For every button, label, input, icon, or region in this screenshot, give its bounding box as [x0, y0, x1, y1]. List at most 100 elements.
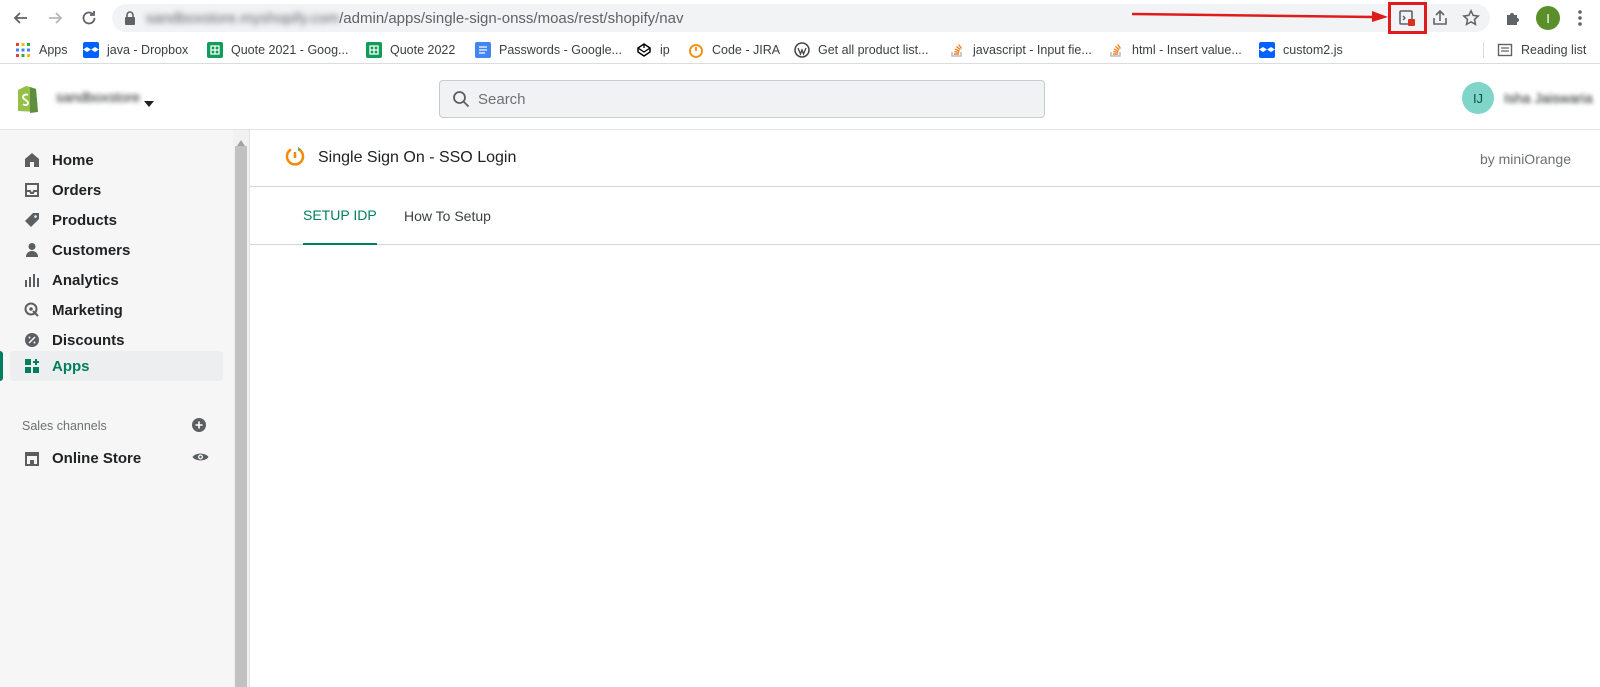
highlight-box [1388, 2, 1427, 34]
search-input[interactable] [478, 89, 1018, 109]
reading-list-button[interactable]: Reading list [1497, 40, 1586, 60]
sidebar-item-label: Apps [52, 357, 90, 375]
codepen-icon [636, 42, 652, 58]
search-box[interactable] [439, 80, 1045, 118]
bookmark-html-insert[interactable]: html - Insert value... [1108, 40, 1242, 60]
sales-channels-label: Sales channels [22, 419, 107, 433]
more-vertical-icon[interactable] [1568, 6, 1592, 30]
puzzle-icon[interactable] [1501, 6, 1525, 30]
sidebar-scrollbar[interactable] [233, 130, 249, 687]
bookmark-label: Apps [39, 43, 68, 57]
caret-down-icon[interactable] [144, 94, 154, 112]
sidebar-item-label: Analytics [52, 271, 119, 289]
bookmarks-bar: Apps java - Dropbox Quote 2021 - Goog...… [0, 36, 1600, 64]
url-host: sandboxstore.myshopify.com [146, 10, 340, 27]
sheets-icon [207, 42, 223, 58]
sidebar-item-label: Online Store [52, 449, 142, 467]
sidebar-item-apps[interactable]: Apps [10, 351, 223, 381]
sidebar-item-label: Marketing [52, 301, 123, 319]
orders-icon [22, 180, 42, 200]
sidebar-item-label: Orders [52, 181, 102, 199]
dropbox-icon [1259, 42, 1275, 58]
bookmark-label: Quote 2021 - Goog... [231, 43, 349, 57]
store-name[interactable]: sandboxstore [56, 89, 140, 105]
apps-icon [22, 356, 42, 376]
active-indicator [0, 351, 3, 381]
reload-icon[interactable] [77, 6, 101, 30]
sidebar-item-customers[interactable]: Customers [10, 235, 223, 265]
bookmarks-divider [1483, 42, 1484, 58]
bookmark-java-dropbox[interactable]: java - Dropbox [83, 40, 188, 60]
docs-icon [475, 42, 491, 58]
sidebar-item-home[interactable]: Home [10, 145, 223, 175]
bookmark-label: custom2.js [1283, 43, 1343, 57]
bookmark-label: Reading list [1521, 43, 1587, 57]
target-icon [22, 300, 42, 320]
sidebar-item-label: Home [52, 151, 94, 169]
sidebar: Home Orders Products Customers Analytics… [0, 130, 233, 687]
bookmark-label: Quote 2022 [390, 43, 456, 57]
app-frame: Single Sign On - SSO Login by miniOrange… [249, 130, 1600, 687]
sidebar-item-products[interactable]: Products [10, 205, 223, 235]
eye-icon[interactable] [192, 450, 209, 468]
wordpress-icon [794, 42, 810, 58]
bookmark-code-jira[interactable]: Code - JIRA [688, 40, 780, 60]
sidebar-item-analytics[interactable]: Analytics [10, 265, 223, 295]
stackoverflow-icon [1108, 42, 1124, 58]
tag-icon [22, 210, 42, 230]
jira-icon [688, 42, 704, 58]
bookmark-apps[interactable]: Apps [15, 40, 68, 60]
shopify-logo-icon[interactable] [14, 82, 42, 119]
bookmark-label: html - Insert value... [1132, 43, 1242, 57]
url-text: sandboxstore.myshopify.com/admin/apps/si… [146, 10, 683, 27]
sidebar-item-marketing[interactable]: Marketing [10, 295, 223, 325]
sidebar-item-label: Customers [52, 241, 131, 259]
lock-icon[interactable] [124, 11, 136, 30]
percent-icon [22, 330, 42, 350]
back-arrow-icon[interactable] [9, 6, 33, 30]
annotation-arrow [1132, 11, 1388, 22]
bookmark-label: Code - JIRA [712, 43, 781, 57]
scrollbar-thumb[interactable] [235, 146, 247, 687]
tab-how-to-setup[interactable]: How To Setup [404, 187, 491, 245]
bookmark-label: ip [660, 43, 670, 57]
app-header: Single Sign On - SSO Login by miniOrange [250, 130, 1600, 187]
reading-list-icon [1497, 42, 1513, 58]
sidebar-item-label: Discounts [52, 331, 125, 349]
url-path: /admin/apps/single-sign-onss/moas/rest/s… [339, 10, 684, 27]
forward-arrow-icon[interactable] [43, 6, 67, 30]
bookmark-label: Passwords - Google... [499, 43, 622, 57]
bookmark-product-list[interactable]: Get all product list... [794, 40, 928, 60]
sidebar-item-label: Products [52, 211, 118, 229]
bookmark-custom2[interactable]: custom2.js [1259, 40, 1343, 60]
app-tabs: SETUP IDP How To Setup [250, 187, 1600, 245]
share-icon[interactable] [1428, 6, 1452, 30]
home-icon [22, 150, 42, 170]
vendor-byline: by miniOrange [1479, 151, 1571, 167]
browser-toolbar: sandboxstore.myshopify.com/admin/apps/si… [0, 0, 1600, 36]
user-name[interactable]: Isha Jaiswaria [1504, 90, 1593, 106]
profile-avatar[interactable]: I [1536, 6, 1560, 30]
sheets-icon [366, 42, 382, 58]
star-icon[interactable] [1459, 6, 1483, 30]
bookmark-passwords[interactable]: Passwords - Google... [475, 40, 622, 60]
sidebar-item-orders[interactable]: Orders [10, 175, 223, 205]
bookmark-ip[interactable]: ip [636, 40, 670, 60]
stackoverflow-icon [949, 42, 965, 58]
bookmark-quote-2022[interactable]: Quote 2022 [366, 40, 455, 60]
miniorange-logo-icon [284, 146, 306, 173]
bookmark-label: javascript - Input fie... [973, 43, 1092, 57]
dropbox-icon [83, 42, 99, 58]
shopify-top-bar: sandboxstore IJ Isha Jaiswaria [0, 64, 1600, 130]
user-avatar[interactable]: IJ [1462, 82, 1494, 114]
bookmark-label: Get all product list... [818, 43, 929, 57]
bookmark-javascript-input[interactable]: javascript - Input fie... [949, 40, 1092, 60]
add-circle-icon[interactable] [192, 418, 206, 437]
person-icon [22, 240, 42, 260]
bookmark-quote-2021[interactable]: Quote 2021 - Goog... [207, 40, 348, 60]
search-icon [452, 90, 470, 113]
store-icon [22, 448, 42, 468]
tab-setup-idp[interactable]: SETUP IDP [303, 187, 377, 245]
grid-icon [15, 42, 31, 58]
bookmark-label: java - Dropbox [107, 43, 189, 57]
